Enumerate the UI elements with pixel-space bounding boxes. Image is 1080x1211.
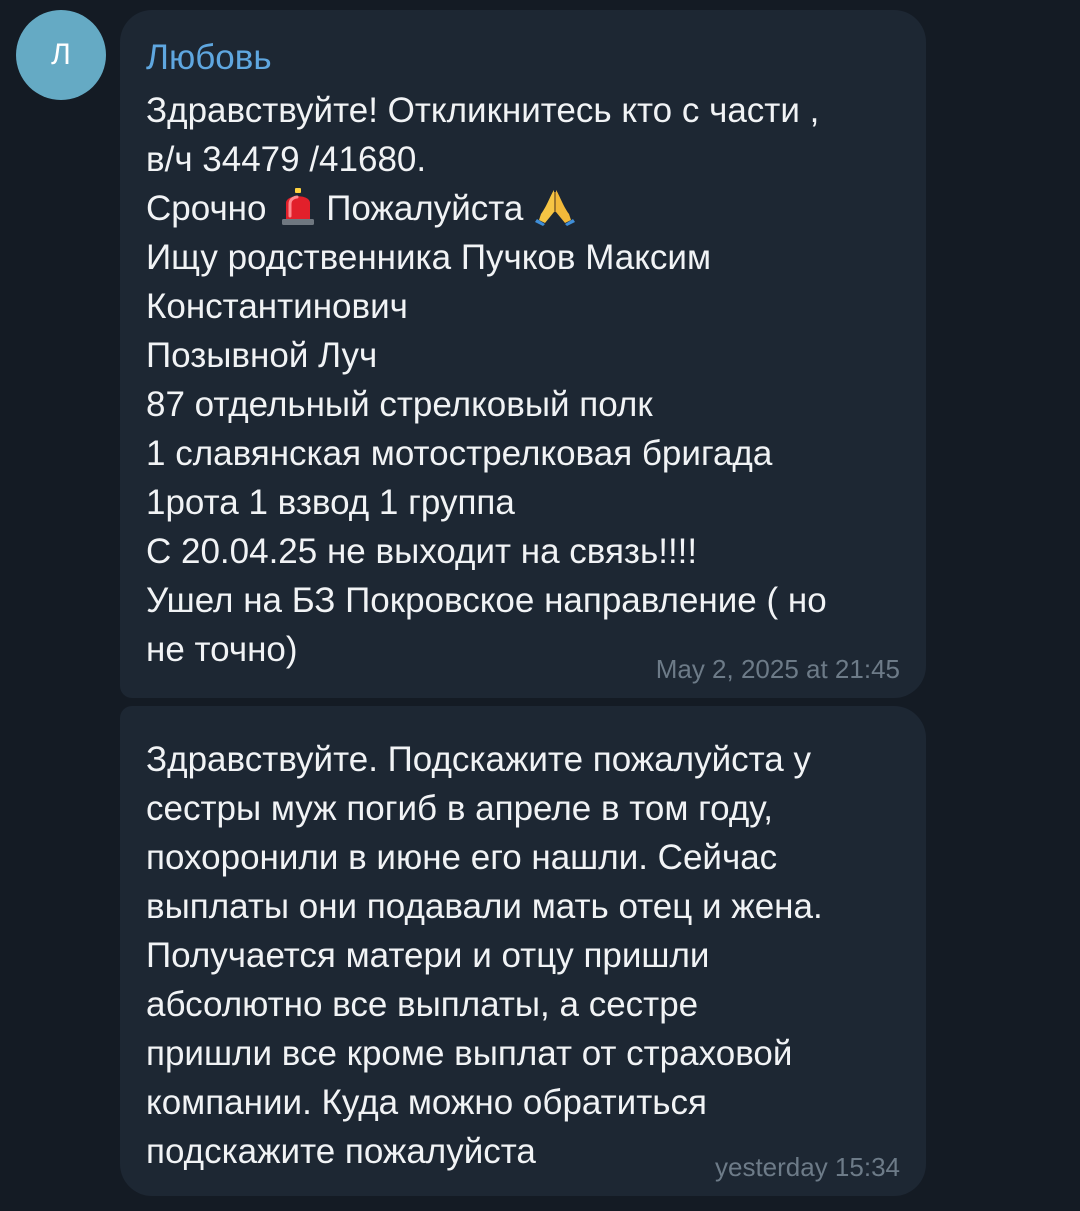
please-word: Пожалуйста [326,189,524,228]
rotating-light-icon [282,188,315,225]
avatar[interactable]: Л [16,10,106,100]
message-body: Ищу родственника Пучков Максим Константи… [146,238,827,669]
sender-name[interactable]: Любовь [146,38,902,78]
folded-hands-icon [535,190,576,226]
message-timestamp: May 2, 2025 at 21:45 [655,654,900,684]
chat-view: Л Любовь Здравствуйте! Откликнитесь кто … [0,0,1080,1211]
message-text[interactable]: Здравствуйте! Откликнитесь кто с части ,… [146,86,902,674]
avatar-letter: Л [51,38,71,71]
urgent-word: Срочно [146,189,267,228]
message-timestamp: yesterday 15:34 [714,1152,900,1182]
message-line: в/ч 34479 /41680. [146,140,427,179]
message-bubble[interactable]: Любовь Здравствуйте! Откликнитесь кто с … [120,10,926,698]
message-line: Здравствуйте! Откликнитесь кто с части , [146,91,820,130]
message-text[interactable]: Здравствуйте. Подскажите пожалуйста у се… [146,735,902,1176]
message-bubble[interactable]: Здравствуйте. Подскажите пожалуйста у се… [120,706,926,1196]
